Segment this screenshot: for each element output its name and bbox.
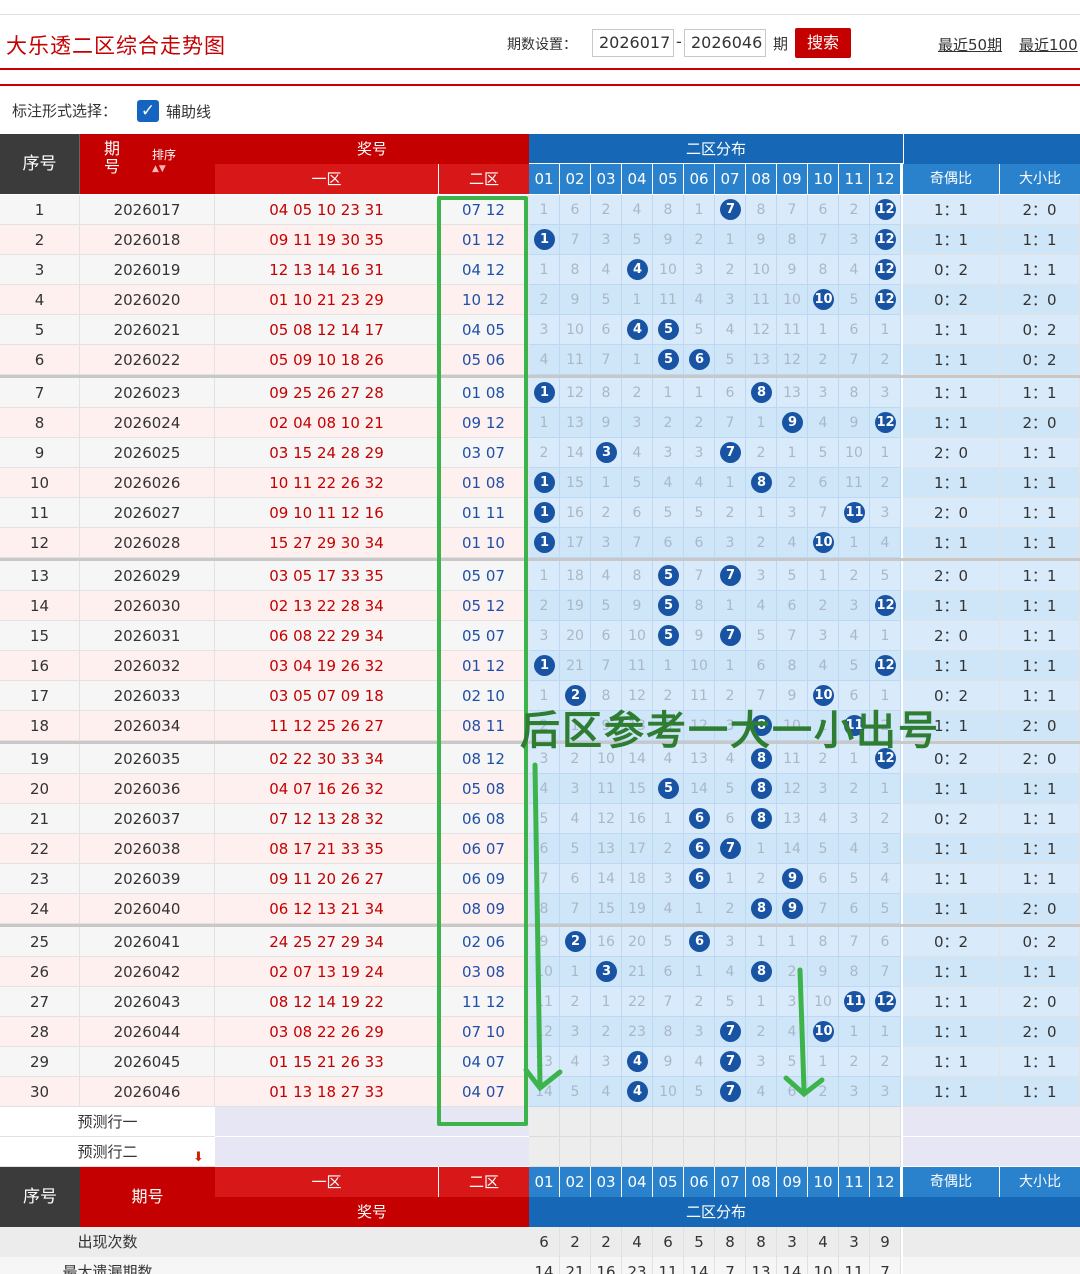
- arrow-right: [783, 967, 825, 1098]
- arrow-left: [523, 762, 563, 1092]
- annotation-arrows: [523, 762, 825, 1098]
- trend-chart-page: 大乐透二区综合走势图 期数设置： 2026017 - 2026046 期 搜索 …: [0, 0, 1080, 1274]
- handwritten-annotation: 后区参考一大一小出号: [520, 707, 940, 754]
